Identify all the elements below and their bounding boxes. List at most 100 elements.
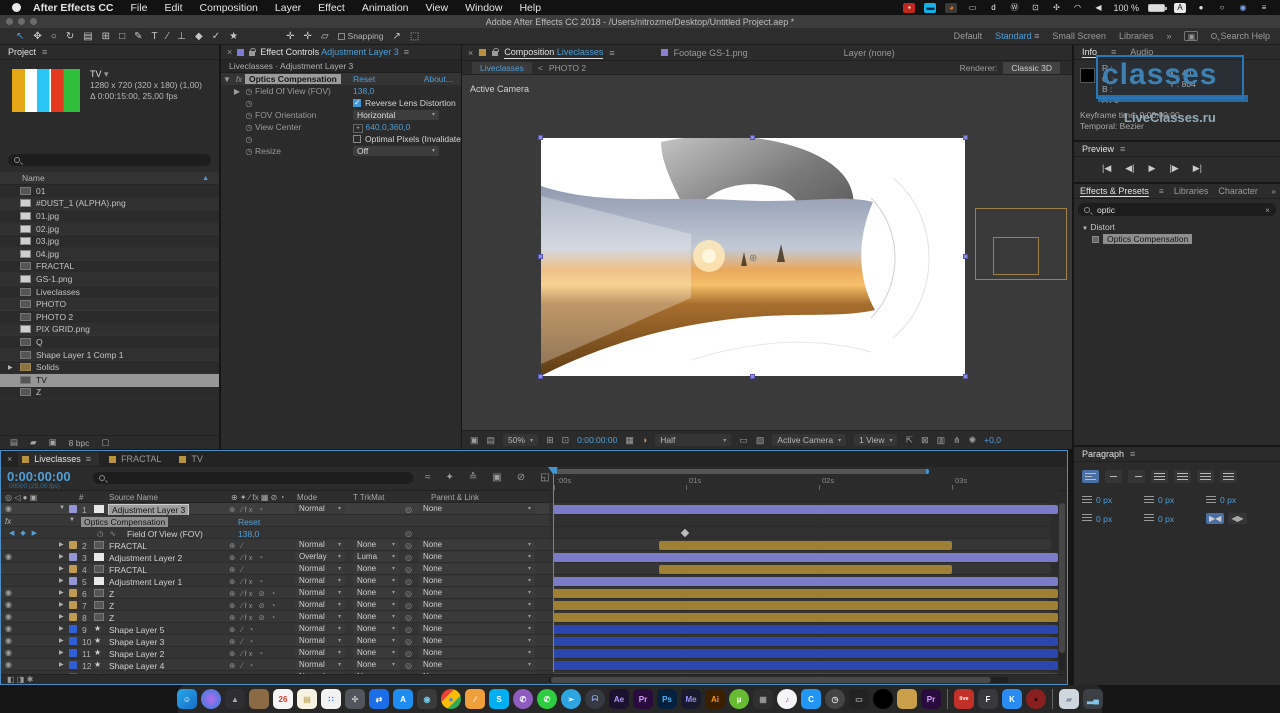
pen-tool[interactable]: ✎ — [134, 31, 142, 42]
close-panel-icon[interactable]: × — [468, 48, 473, 58]
stopwatch-icon[interactable]: ◷ — [243, 87, 255, 96]
layer-row-fractal[interactable]: ▶2FRACTAL⊕ ∕Normal▾None▾◎None▾ — [1, 539, 1069, 551]
selection-tool[interactable]: ↖ — [16, 31, 24, 42]
layer-label-chip[interactable] — [69, 541, 77, 549]
tab-preview[interactable]: Preview — [1082, 144, 1114, 154]
parent-pickwhip-icon[interactable]: ◎ — [405, 637, 412, 646]
breadcrumb-parent[interactable]: PHOTO 2 — [549, 63, 586, 73]
layer-anchor-point-icon[interactable]: ⊕ — [749, 253, 757, 264]
comp-mini-flowchart-icon[interactable]: ≈ — [425, 472, 431, 483]
menu-composition[interactable]: Composition — [200, 2, 258, 14]
effect-reset-link[interactable]: Reset — [238, 517, 260, 527]
panel-menu-icon[interactable]: ≡ — [1130, 449, 1135, 459]
align-button-center[interactable] — [1105, 470, 1122, 483]
clear-search-icon[interactable]: × — [1265, 205, 1270, 215]
project-item-solids[interactable]: ▶Solids — [0, 361, 219, 374]
resize-dropdown[interactable]: Off▾ — [353, 146, 439, 156]
param-row-orientation[interactable]: ◷ FOV Orientation Horizontal▾ — [221, 109, 461, 121]
play-button[interactable]: ▶ — [1149, 163, 1156, 174]
dock-icon-premiere-2[interactable]: Pr — [921, 689, 941, 709]
indent-left-field[interactable]: 0 px — [1082, 495, 1144, 505]
resolution-dropdown[interactable]: Half▾ — [655, 434, 731, 446]
dock-icon-app-store[interactable]: A — [393, 689, 413, 709]
timeline-tab-fractal[interactable]: FRACTAL — [105, 452, 169, 466]
layer-label-chip[interactable] — [69, 625, 77, 633]
param-row-fov[interactable]: ▶ ◷ Field Of View (FOV) 138,0 — [221, 85, 461, 97]
project-columns-header[interactable]: Name▲ — [0, 172, 219, 185]
layer-label-chip[interactable] — [69, 553, 77, 561]
stopwatch-icon[interactable]: ◷ — [243, 123, 255, 132]
dock-icon-siri[interactable] — [201, 689, 221, 709]
hand-tool[interactable]: ✥ — [33, 31, 41, 42]
timeline-toggles[interactable]: ◧ ◨ ✱ — [7, 675, 33, 684]
spotlight-icon[interactable]: ○ — [1216, 3, 1228, 13]
layer-row-shape-layer-5[interactable]: ◉▶9★Shape Layer 5⊕ ∕ ◔Normal▾None▾◎None▾ — [1, 623, 1069, 635]
effect-category-distort[interactable]: ▼ Distort — [1074, 220, 1280, 234]
delete-item-icon[interactable]: ▢ — [101, 437, 109, 448]
dock-icon-skype[interactable]: S — [489, 689, 509, 709]
project-item-liveclasses[interactable]: Liveclasses — [0, 286, 219, 299]
first-line-indent-field[interactable]: 0 px — [1082, 513, 1144, 524]
layer-name[interactable]: Adjustment Layer 3 — [109, 505, 188, 515]
axis-mode-icon-0[interactable]: ✛ — [286, 31, 294, 42]
selection-handle[interactable] — [538, 374, 543, 379]
project-item-01[interactable]: 01 — [0, 185, 219, 198]
optimal-pixels-checkbox[interactable] — [353, 135, 361, 143]
dock-icon-terminal-irc[interactable]: ▭ — [849, 689, 869, 709]
puppet-pin-tool[interactable]: ★ — [229, 31, 238, 42]
notification-center-icon[interactable]: ≡ — [1258, 3, 1270, 13]
expand-arrow-icon[interactable]: ▶ — [59, 589, 64, 596]
trkmat-dropdown[interactable]: None▾ — [353, 648, 399, 658]
view-count-dropdown[interactable]: 1 View▾ — [854, 434, 897, 446]
expand-arrow-icon[interactable]: ▶ — [59, 565, 64, 572]
reverse-lens-checkbox[interactable] — [353, 99, 361, 107]
layer-duration-bar[interactable] — [659, 541, 952, 550]
menu-layer[interactable]: Layer — [275, 2, 301, 14]
volume-icon[interactable]: ◀ — [1092, 3, 1104, 13]
brush-tool[interactable]: ∕ — [167, 31, 169, 42]
flowchart-icon[interactable]: ⋔ — [953, 435, 961, 446]
display-icon[interactable]: ▭ — [966, 3, 978, 13]
visibility-eye-icon[interactable]: ◉ — [5, 504, 12, 513]
timeline-current-time[interactable]: 0:00:00:00 — [7, 469, 71, 484]
layer-row-shape-layer-4[interactable]: ◉▶12★Shape Layer 4⊕ ∕ ◔Normal▾None▾◎None… — [1, 659, 1069, 671]
selection-handle[interactable] — [538, 254, 543, 259]
dock-icon-reminders[interactable]: ∷ — [321, 689, 341, 709]
blend-mode-dropdown[interactable]: Normal▾ — [295, 624, 345, 634]
effect-name[interactable]: Optics Compensation — [245, 74, 341, 84]
expand-arrow-icon[interactable]: ▶ — [59, 577, 64, 584]
reset-exposure-icon[interactable]: ✺ — [969, 435, 977, 446]
blend-mode-dropdown[interactable]: Overlay▾ — [295, 552, 345, 562]
mask-visibility-icon[interactable]: ⊡ — [562, 435, 570, 446]
adobe-cc-icon[interactable]: ▪ — [903, 3, 915, 13]
project-item-fractal[interactable]: FRACTAL — [0, 261, 219, 274]
composition-canvas[interactable]: ⊕ — [541, 138, 965, 376]
close-panel-icon[interactable]: × — [7, 454, 12, 464]
last-frame-button[interactable]: ▶| — [1193, 163, 1202, 174]
renderer-value[interactable]: Classic 3D — [1003, 62, 1060, 74]
exposure-value[interactable]: +0,0 — [984, 435, 1001, 445]
magnification-dropdown[interactable]: 50%▾ — [503, 434, 538, 446]
stopwatch-icon[interactable]: ◷ — [243, 135, 255, 144]
tab-overflow-chevrons[interactable]: » — [1271, 186, 1276, 196]
property-pickwhip-icon[interactable]: ◎ — [405, 529, 412, 538]
visibility-eye-icon[interactable]: ◉ — [5, 660, 12, 669]
parent-pickwhip-icon[interactable]: ◎ — [405, 601, 412, 610]
timeline-search-input[interactable] — [93, 472, 413, 484]
menu-window[interactable]: Window — [465, 2, 502, 14]
project-item-q[interactable]: Q — [0, 336, 219, 349]
dock-icon-utorrent[interactable]: µ — [729, 689, 749, 709]
tab-project[interactable]: Project — [8, 47, 36, 57]
parent-pickwhip-icon[interactable]: ◎ — [405, 577, 412, 586]
dock-icon-finder[interactable]: ☺ — [177, 689, 197, 709]
dock-icon-live-app[interactable]: live — [954, 689, 974, 709]
main-display-icon[interactable]: ▤ — [487, 435, 496, 446]
visibility-eye-icon[interactable]: ◉ — [5, 624, 12, 633]
motion-blur-icon[interactable]: ▣ — [492, 472, 501, 483]
rtl-direction-button[interactable]: ◀▶ — [1228, 513, 1246, 524]
airplay-icon[interactable]: ⊡ — [1029, 3, 1041, 13]
effect-name[interactable]: Optics Compensation — [81, 517, 168, 527]
blend-mode-dropdown[interactable]: Normal▾ — [295, 648, 345, 658]
visibility-eye-icon[interactable]: ◉ — [5, 600, 12, 609]
dock-icon-photoshop[interactable]: Ps — [657, 689, 677, 709]
